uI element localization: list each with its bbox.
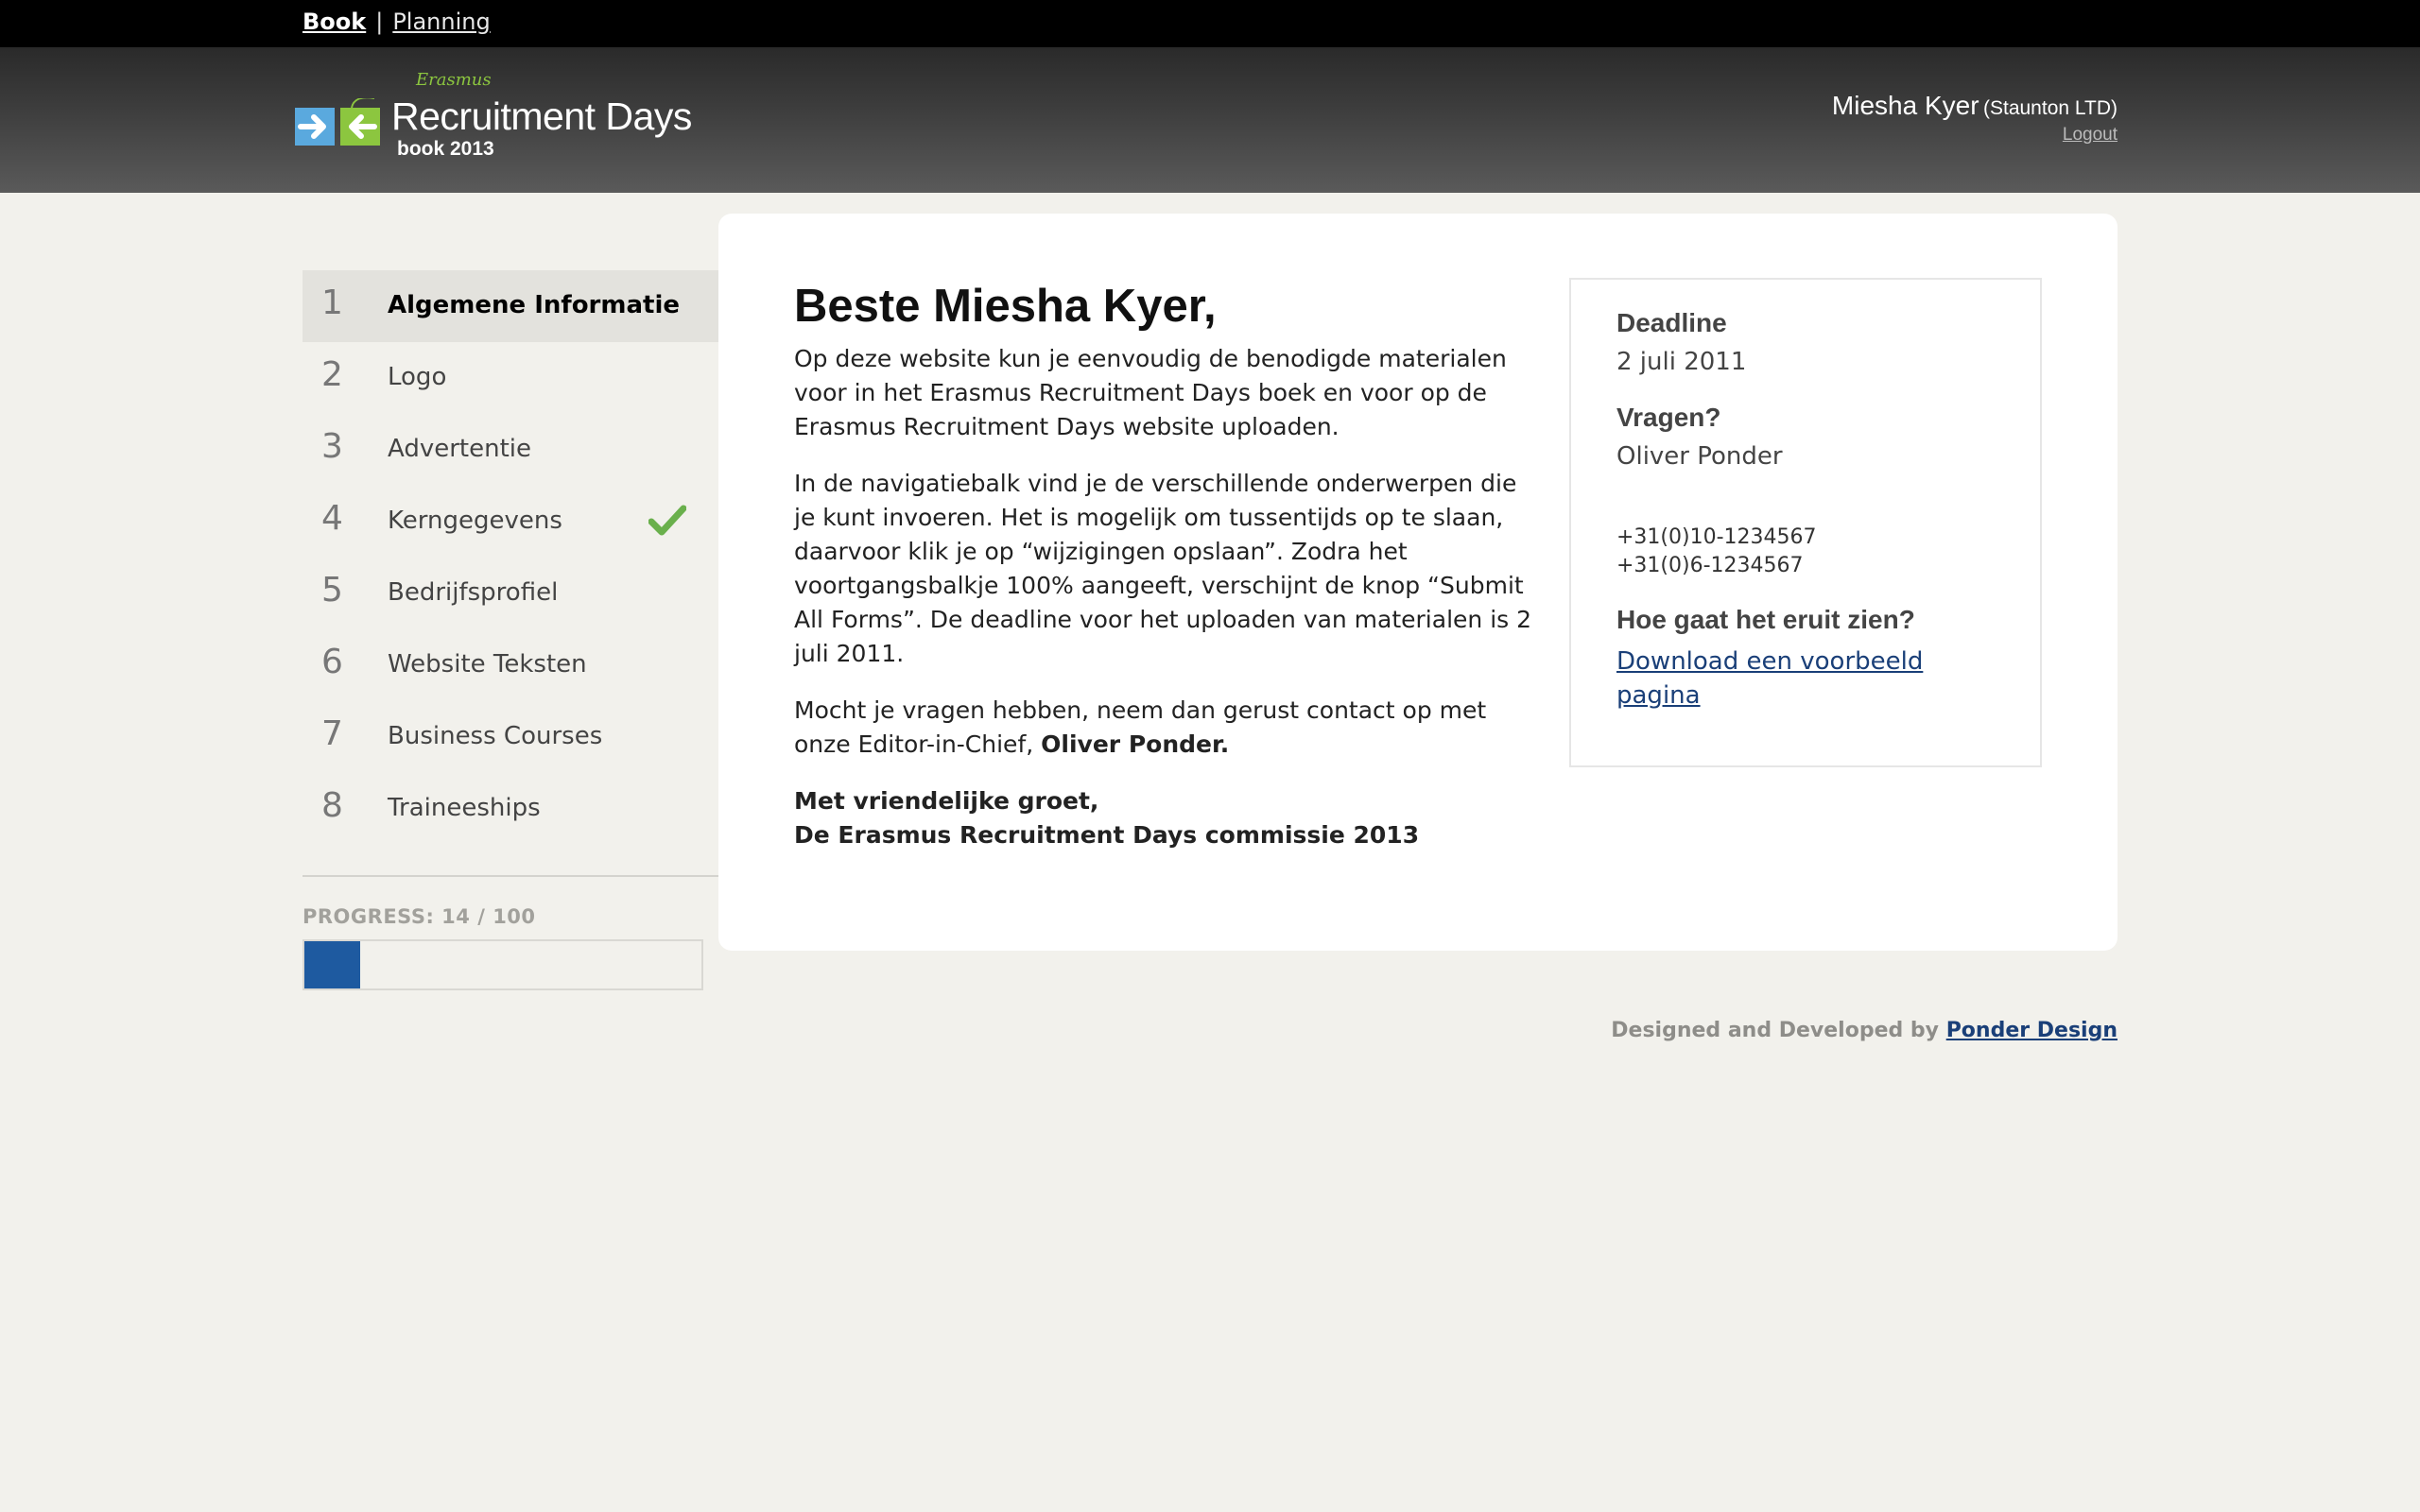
step-number: 4 (321, 499, 343, 538)
step-number: 7 (321, 714, 343, 753)
intro-text: Op deze website kun je eenvoudig de beno… (794, 342, 1541, 875)
step-number: 3 (321, 427, 343, 466)
user-info: Miesha Kyer (Staunton LTD) Logout (1832, 91, 2118, 146)
footer-designer-link[interactable]: Ponder Design (1946, 1019, 2118, 1042)
editor-name: Oliver Ponder. (1041, 730, 1230, 758)
logout-link[interactable]: Logout (2063, 125, 2118, 146)
intro-paragraph-2: In de navigatiebalk vind je de verschill… (794, 470, 1532, 667)
logo-subtitle: book 2013 (397, 138, 494, 160)
nav-link-planning[interactable]: Planning (392, 9, 490, 35)
progress-label: PROGRESS: 14 / 100 (302, 905, 536, 928)
sidebar-item-website-teksten[interactable]: 6 Website Teksten (302, 629, 718, 701)
step-number: 8 (321, 786, 343, 825)
footer-text: Designed and Developed by (1611, 1019, 1940, 1042)
logo[interactable]: Erasmus Recruitment Days book 2013 (295, 70, 701, 174)
step-label: Bedrijfsprofiel (388, 578, 559, 607)
sidebar-item-business-courses[interactable]: 7 Business Courses (302, 701, 718, 773)
sidebar-item-advertentie[interactable]: 3 Advertentie (302, 414, 718, 486)
closing-greeting: Met vriendelijke groet, (794, 787, 1099, 815)
step-number: 5 (321, 571, 343, 610)
step-label: Traineeships (388, 794, 541, 822)
sidebar-divider (302, 875, 718, 877)
nav-link-book[interactable]: Book (302, 9, 366, 35)
step-label: Advertentie (388, 435, 531, 463)
preview-heading: Hoe gaat het eruit zien? (1616, 605, 1915, 634)
site-header: Erasmus Recruitment Days book 2013 Miesh… (0, 47, 2420, 193)
step-label: Website Teksten (388, 650, 587, 679)
logo-script-text: Erasmus (416, 70, 492, 90)
user-name: Miesha Kyer (1831, 91, 1979, 120)
top-navigation: Book | Planning (0, 0, 2420, 47)
download-example-link[interactable]: Download een voorbeeld pagina (1616, 644, 1976, 713)
deadline-heading: Deadline (1616, 308, 1727, 337)
contact-name: Oliver Ponder (1616, 442, 1783, 471)
progress-bar (302, 939, 703, 990)
step-number: 2 (321, 355, 343, 394)
step-navigation: 1 Algemene Informatie 2 Logo 3 Advertent… (302, 270, 718, 845)
footer: Designed and Developed by Ponder Design (1611, 1019, 2118, 1042)
user-company: (Staunton LTD) (1982, 97, 2118, 119)
questions-heading: Vragen? (1616, 403, 1721, 432)
step-number: 1 (321, 284, 343, 322)
step-label: Kerngegevens (388, 507, 562, 535)
sidebar-item-traineeships[interactable]: 8 Traineeships (302, 773, 718, 845)
sidebar-item-algemene-informatie[interactable]: 1 Algemene Informatie (302, 270, 718, 342)
sidebar-item-logo[interactable]: 2 Logo (302, 342, 718, 414)
sidebar-item-kerngegevens[interactable]: 4 Kerngegevens (302, 486, 718, 558)
intro-paragraph-1: Op deze website kun je eenvoudig de beno… (794, 345, 1507, 440)
step-label: Business Courses (388, 722, 603, 750)
step-label: Logo (388, 363, 447, 391)
phone-number-2: +31(0)6-1234567 (1616, 554, 1804, 577)
closing-signature: De Erasmus Recruitment Days commissie 20… (794, 821, 1420, 849)
main-content-card: Beste Miesha Kyer, Op deze website kun j… (718, 214, 2118, 951)
intro-paragraph-3: Mocht je vragen hebben, neem dan gerust … (794, 694, 1541, 762)
step-number: 6 (321, 643, 343, 681)
sidebar-item-bedrijfsprofiel[interactable]: 5 Bedrijfsprofiel (302, 558, 718, 629)
nav-separator: | (375, 9, 384, 35)
deadline-value: 2 juli 2011 (1616, 348, 1747, 376)
info-box: Deadline 2 juli 2011 Vragen? Oliver Pond… (1569, 278, 2042, 767)
page-title: Beste Miesha Kyer, (794, 281, 1217, 332)
checkmark-icon (648, 505, 686, 536)
step-label: Algemene Informatie (388, 291, 680, 319)
logo-brand-text: Recruitment Days (391, 94, 692, 138)
progress-bar-fill (304, 941, 360, 988)
phone-number-1: +31(0)10-1234567 (1616, 525, 1817, 549)
arrows-logo-icon (295, 98, 380, 146)
closing: Met vriendelijke groet, De Erasmus Recrui… (794, 784, 1541, 852)
